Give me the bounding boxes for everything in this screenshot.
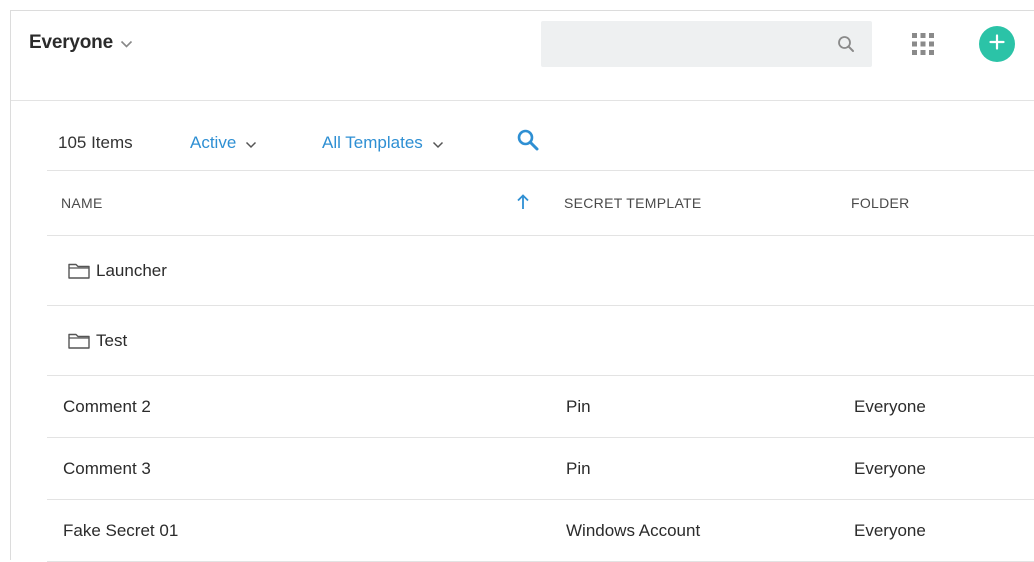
folder-name: Launcher [96,260,167,280]
search-icon[interactable] [837,35,855,53]
chevron-down-icon [432,134,444,154]
secret-folder: Everyone [854,458,926,478]
folder-name-cell: Test [68,331,127,351]
secret-template: Pin [566,396,591,416]
add-secret-button[interactable] [979,26,1015,62]
item-count: 105 Items [58,133,133,152]
secret-folder: Everyone [854,396,926,416]
table-row-folder[interactable]: Test [47,306,1034,376]
apps-grid-icon[interactable] [911,32,935,56]
chevron-down-icon [245,134,257,154]
folder-name: Test [96,330,128,350]
search-icon[interactable] [516,128,540,152]
secret-name[interactable]: Comment 2 [63,397,151,417]
column-header-folder[interactable]: FOLDER [851,195,910,211]
secret-template: Windows Account [566,520,701,540]
global-search [541,21,872,67]
status-filter-dropdown[interactable]: Active [190,132,257,154]
template-filter-dropdown[interactable]: All Templates [322,132,444,154]
table-row-folder[interactable]: Launcher [47,236,1034,306]
page-header: Everyone [11,11,1034,101]
secret-folder: Everyone [854,520,926,540]
folder-name-cell: Launcher [68,261,167,281]
folder-icon [68,263,90,279]
secret-name[interactable]: Fake Secret 01 [63,521,178,541]
list-toolbar: 105 Items Active All Templates [47,101,1034,171]
search-input[interactable] [541,21,831,67]
column-header-name[interactable]: NAME [61,195,103,211]
folder-title: Everyone [29,31,113,53]
plus-icon [989,33,1005,55]
folder-icon [68,333,90,349]
table-body: Launcher Test Comment 2 Pin Everyone Com… [47,236,1034,562]
table-row-secret[interactable]: Comment 2 Pin Everyone [47,376,1034,438]
table-row-secret[interactable]: Comment 3 Pin Everyone [47,438,1034,500]
sort-ascending-icon[interactable] [515,193,531,211]
status-filter-label: Active [190,133,237,152]
secret-list-panel: Everyone 105 Items Active All Templates … [10,10,1034,562]
column-header-secret-template[interactable]: SECRET TEMPLATE [564,195,702,211]
secret-template: Pin [566,458,591,478]
secret-name[interactable]: Comment 3 [63,459,151,479]
table-row-secret[interactable]: Fake Secret 01 Windows Account Everyone [47,500,1034,562]
table-header: NAME SECRET TEMPLATE FOLDER [47,171,1034,236]
folder-selector[interactable]: Everyone [29,30,133,55]
chevron-down-icon [120,33,133,55]
template-filter-label: All Templates [322,133,423,152]
